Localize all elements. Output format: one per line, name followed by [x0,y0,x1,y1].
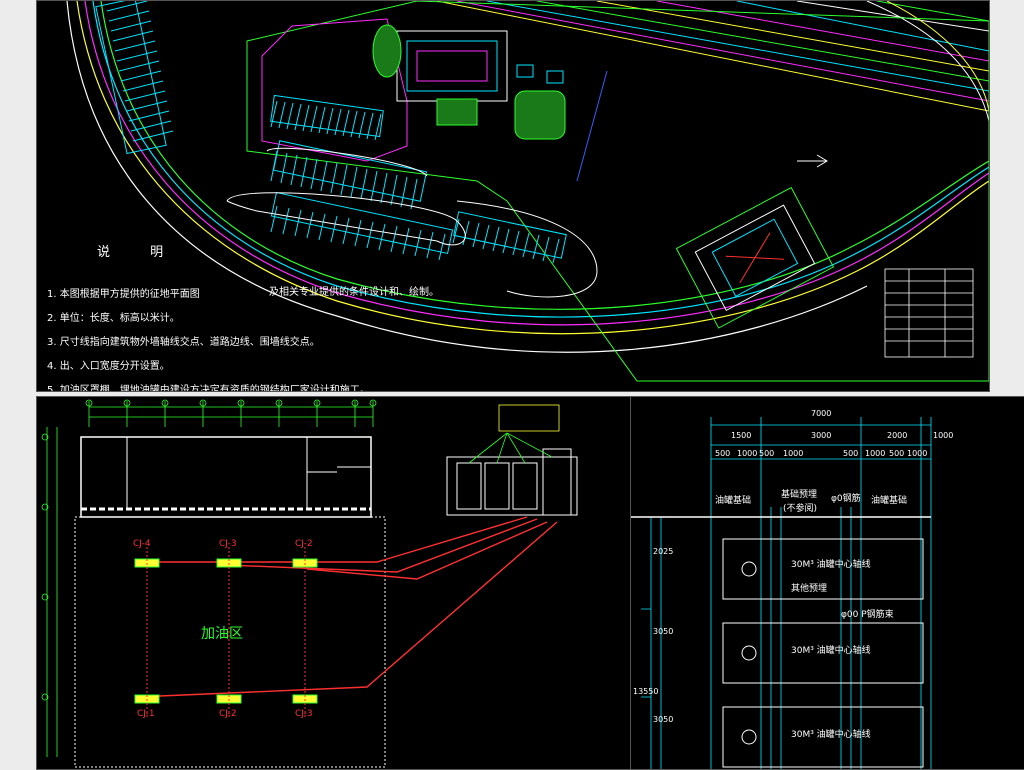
tank-header: 油罐基础 [871,496,908,506]
dispenser-label: CJ-1 [137,709,155,719]
v-dim: 3050 [653,627,674,636]
tank-header: 基础预埋 [781,490,818,500]
tank-header: 油罐基础 [715,496,752,506]
tank-plan-drawing [631,417,932,769]
note-1-continued: 及相关专业提供的条件设计和、绘制。 [269,287,439,298]
tank-header: φ0钢筋 [831,494,861,504]
dim-sub: 1000 [865,449,886,458]
side-label: φ00 P钢筋束 [841,610,894,620]
piping-plan-drawing [41,399,578,768]
note-4: 4. 出、入口宽度分开设置。 [47,361,170,372]
dispenser-label: CJ-2 [295,539,313,549]
dim-sub: 1000 [737,449,758,458]
v-dim: 3050 [653,715,674,724]
total-width-dim: 7000 [811,409,832,418]
site-plan-panel: 说 明 1. 本图根据甲方提供的征地平面图 2. 单位：长度、标高以米计。 3.… [36,0,990,392]
dim-sub: 500 [843,449,859,458]
notes-list: 1. 本图根据甲方提供的征地平面图 2. 单位：长度、标高以米计。 3. 尺寸线… [47,283,370,392]
dim-sub: 500 [715,449,731,458]
v-dim-total: 13550 [633,687,659,696]
v-dim: 2025 [653,547,674,556]
tank-label: 30M³ 油罐中心轴线 [791,730,871,740]
dim-sub: 500 [889,449,905,458]
dim-sub: 1000 [783,449,804,458]
dim-segment: 1000 [933,431,954,440]
tank-label: 30M³ 油罐中心轴线 [791,560,871,570]
notes-title: 说 明 [97,245,182,260]
piping-plan-panel: 加油区 CJ-4 CJ-3 CJ-2 CJ-1 CJ-2 CJ-3 [36,396,632,770]
dispenser-label: CJ-3 [219,539,237,549]
note-5: 5. 加油区罩棚、埋地油罐由建设方决定有资质的钢结构厂家设计和施工。 [47,385,370,392]
dispenser-label: CJ-3 [295,709,313,719]
tank-plan-panel: 7000 1500 3000 2000 1000 500 1000 500 10… [630,396,1024,770]
dim-segment: 2000 [887,431,908,440]
fueling-zone-label: 加油区 [201,626,243,642]
note-3: 3. 尺寸线指向建筑物外墙轴线交点、道路边线、围墙线交点。 [47,337,320,348]
dispenser-label: CJ-2 [219,709,237,719]
tank-label: 30M³ 油罐中心轴线 [791,646,871,656]
dispenser-label: CJ-4 [133,539,151,549]
tank-header: (不参阅) [783,504,818,514]
note-2: 2. 单位：长度、标高以米计。 [47,313,180,324]
dim-segment: 3000 [811,431,832,440]
dim-sub: 1000 [907,449,928,458]
side-label: 其他预埋 [791,584,828,594]
dim-sub: 500 [759,449,775,458]
dim-segment: 1500 [731,431,752,440]
